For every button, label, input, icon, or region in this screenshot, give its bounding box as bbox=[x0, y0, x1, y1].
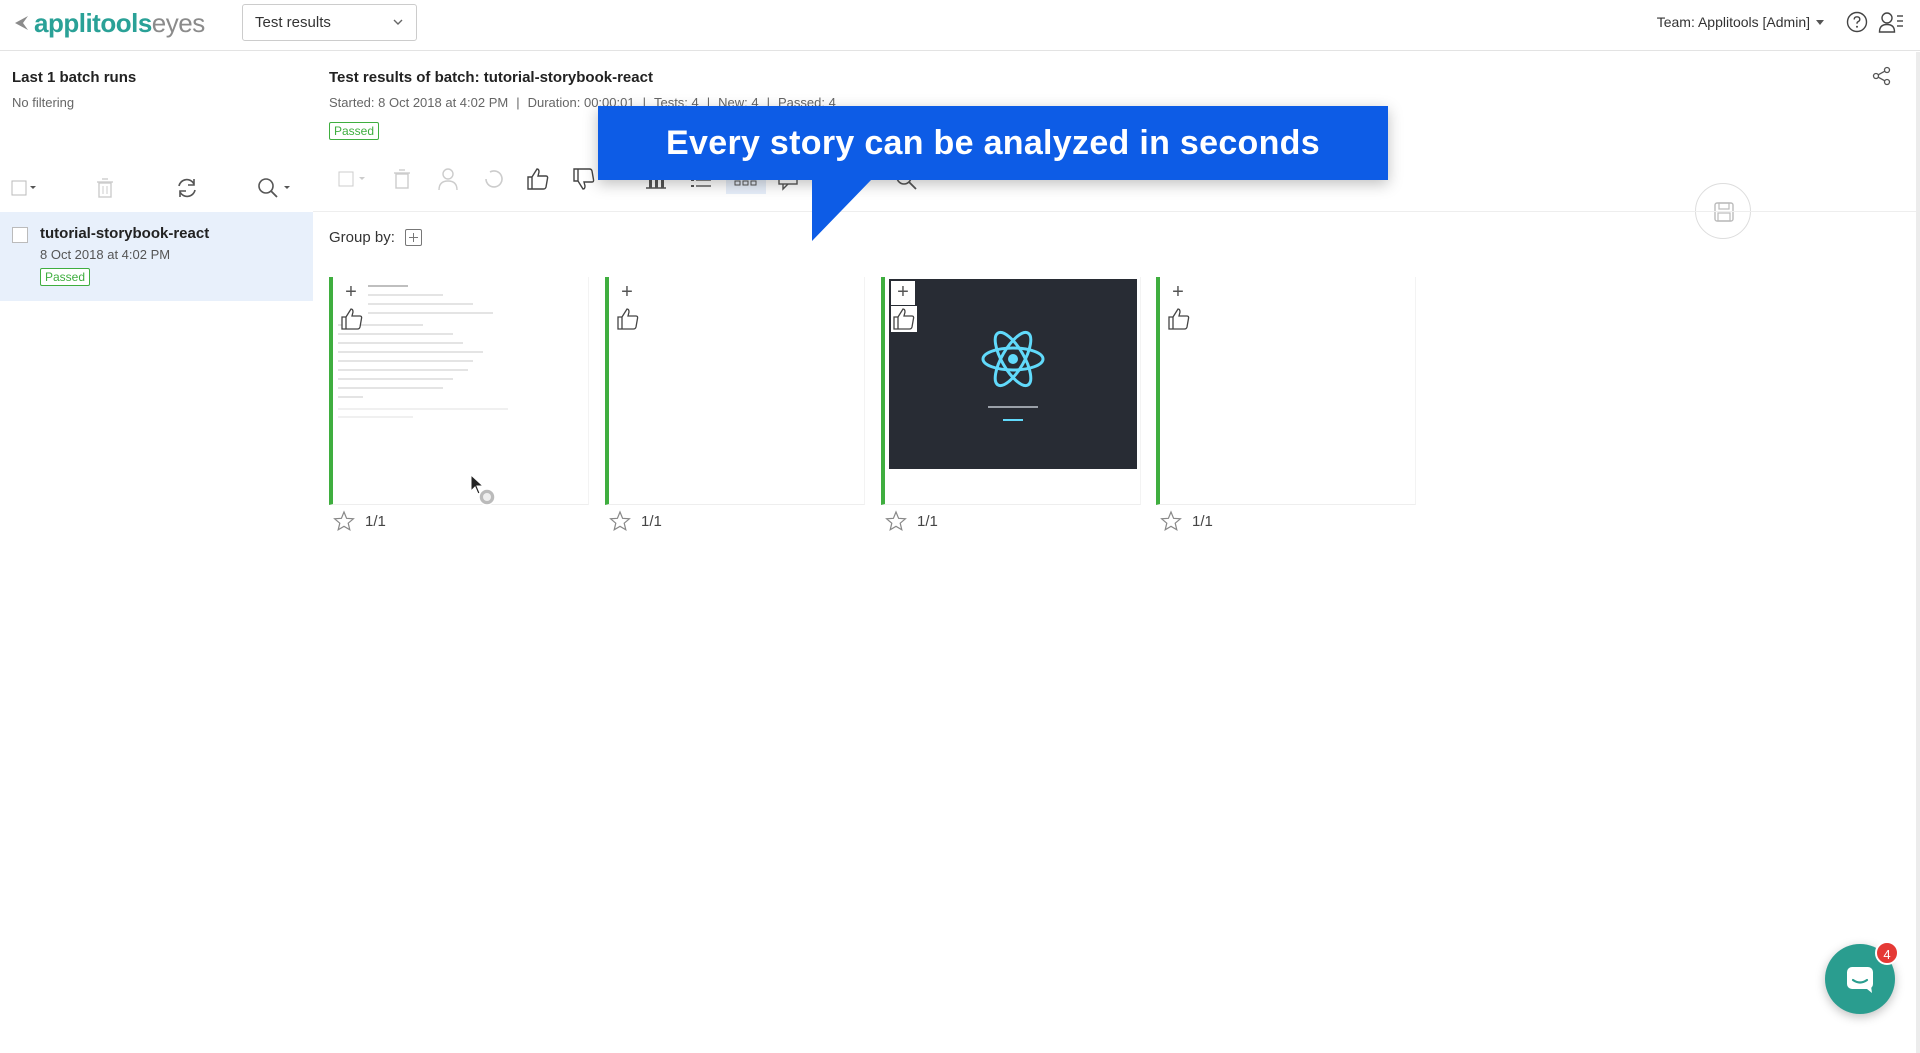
batch-status-badge: Passed bbox=[40, 268, 91, 286]
test-card[interactable]: + bbox=[605, 277, 865, 505]
batch-row[interactable]: tutorial-storybook-react 8 Oct 2018 at 4… bbox=[0, 212, 313, 301]
step-count: 1/1 bbox=[1192, 512, 1213, 530]
filter-status: No filtering bbox=[12, 95, 75, 110]
add-region-icon[interactable]: + bbox=[891, 281, 915, 305]
add-region-icon[interactable]: + bbox=[615, 281, 639, 305]
group-by-label: Group by: bbox=[329, 229, 395, 246]
view-select[interactable]: Test results bbox=[242, 4, 417, 41]
caret-down-icon bbox=[1816, 19, 1824, 25]
thumbs-up-icon[interactable] bbox=[523, 164, 553, 194]
top-bar: applitoolseyes Test results Team: Applit… bbox=[0, 0, 1920, 51]
chevron-down-icon bbox=[393, 19, 403, 25]
share-icon[interactable] bbox=[1872, 66, 1892, 86]
view-select-value: Test results bbox=[255, 14, 331, 31]
user-menu-icon[interactable] bbox=[1878, 10, 1904, 34]
add-region-icon[interactable]: + bbox=[1166, 281, 1190, 305]
save-icon bbox=[1714, 202, 1734, 222]
tooltip-banner: Every story can be analyzed in seconds bbox=[598, 106, 1388, 180]
batch-name: tutorial-storybook-react bbox=[40, 225, 210, 242]
select-tests-checkbox[interactable] bbox=[337, 164, 373, 194]
thumbs-up-icon[interactable] bbox=[615, 306, 641, 332]
thumbs-down-icon[interactable] bbox=[569, 164, 599, 194]
logo-text: applitoolseyes bbox=[34, 7, 205, 38]
star-icon[interactable] bbox=[885, 510, 907, 532]
batch-date: 8 Oct 2018 at 4:02 PM bbox=[40, 247, 171, 262]
test-card-footer: 1/1 bbox=[333, 509, 386, 533]
step-count: 1/1 bbox=[365, 512, 386, 530]
select-all-checkbox[interactable] bbox=[10, 174, 38, 202]
test-card-footer: 1/1 bbox=[885, 509, 938, 533]
batch-status-badge-main: Passed bbox=[329, 122, 380, 140]
team-label: Team: Applitools [Admin] bbox=[1656, 14, 1810, 30]
test-card[interactable]: + bbox=[881, 277, 1141, 505]
unread-count-badge: 4 bbox=[1875, 941, 1899, 965]
star-icon[interactable] bbox=[333, 510, 355, 532]
step-count: 1/1 bbox=[917, 512, 938, 530]
test-card-footer: 1/1 bbox=[609, 509, 662, 533]
thumbs-up-icon[interactable] bbox=[891, 306, 917, 332]
add-group-icon[interactable] bbox=[404, 229, 422, 246]
test-card[interactable]: + bbox=[1156, 277, 1416, 505]
batch-list-toolbar bbox=[0, 168, 313, 208]
star-icon[interactable] bbox=[1160, 510, 1182, 532]
batch-list-panel: Last 1 batch runs No filtering tutorial-… bbox=[0, 52, 313, 1053]
chat-launcher-button[interactable]: 4 bbox=[1825, 941, 1899, 1014]
thumbs-up-icon[interactable] bbox=[339, 306, 365, 332]
cursor-busy-icon bbox=[470, 473, 496, 506]
help-icon[interactable] bbox=[1846, 11, 1868, 33]
delete-tests-icon[interactable] bbox=[387, 164, 417, 194]
star-icon[interactable] bbox=[609, 510, 631, 532]
refresh-icon[interactable] bbox=[173, 174, 201, 202]
scrollbar[interactable] bbox=[1916, 52, 1920, 1053]
tooltip-pointer bbox=[812, 179, 872, 241]
batch-started: Started: 8 Oct 2018 at 4:02 PM bbox=[329, 95, 509, 110]
test-card[interactable]: + bbox=[329, 277, 589, 506]
team-selector[interactable]: Team: Applitools [Admin] bbox=[1657, 14, 1824, 30]
batch-title: Test results of batch: tutorial-storyboo… bbox=[329, 69, 653, 86]
revert-icon[interactable] bbox=[478, 164, 508, 194]
chat-icon bbox=[1847, 967, 1873, 993]
toolbar-divider bbox=[313, 211, 1920, 212]
batch-list-title: Last 1 batch runs bbox=[12, 69, 137, 86]
react-app-screenshot bbox=[885, 277, 1137, 469]
tooltip-text: Every story can be analyzed in seconds bbox=[666, 124, 1320, 162]
step-count: 1/1 bbox=[641, 512, 662, 530]
batch-row-checkbox[interactable] bbox=[12, 227, 28, 243]
add-region-icon[interactable]: + bbox=[339, 281, 363, 305]
delete-icon[interactable] bbox=[91, 174, 119, 202]
applitools-logo-icon bbox=[15, 16, 28, 30]
storybook-doc-screenshot bbox=[333, 277, 585, 469]
thumbs-up-icon[interactable] bbox=[1166, 306, 1192, 332]
search-icon[interactable] bbox=[254, 174, 292, 202]
group-by: Group by: bbox=[329, 229, 422, 246]
applitools-logo[interactable]: applitoolseyes bbox=[12, 8, 205, 38]
test-card-footer: 1/1 bbox=[1160, 509, 1213, 533]
assign-user-icon[interactable] bbox=[433, 164, 463, 194]
